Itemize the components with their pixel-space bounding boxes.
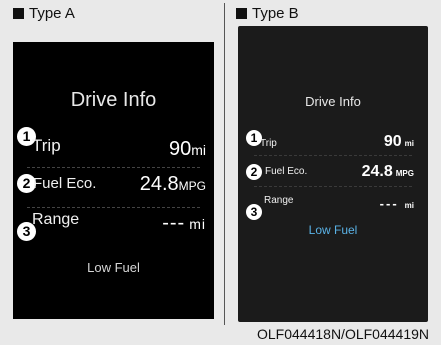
range-unit: mi [404,201,414,210]
image-code: OLF044418N/OLF044419N [257,326,429,342]
type-a-label: Type A [13,5,75,22]
type-b-label: Type B [236,5,299,22]
type-b-label-text: Type B [252,5,299,22]
range-unit: mi [189,216,206,232]
fuel-eco-value: 24.8MPG [140,173,206,196]
range-number: --- [379,196,399,211]
drive-info-title: Drive Info [305,94,361,109]
range-label: Range [264,195,294,206]
low-fuel-status: Low Fuel [308,223,358,237]
fuel-eco-number: 24.8 [361,163,393,180]
fuel-eco-unit: MPG [178,179,206,193]
range-value: --- mi [162,212,206,235]
fuel-eco-number: 24.8 [139,173,179,195]
range-label: Range [32,211,80,228]
row-divider [254,186,412,187]
panel-divider [224,3,225,325]
fuel-eco-value: 24.8MPG [362,163,414,181]
range-number: --- [162,212,186,234]
trip-unit: mi [404,139,414,148]
square-icon [236,8,247,19]
trip-label: Trip [260,138,277,149]
marker-2-icon: 2 [246,164,262,180]
row-divider [254,155,412,156]
drive-info-title: Drive Info [70,89,157,111]
trip-label: Trip [32,136,61,155]
marker-3-icon: 3 [246,204,262,220]
trip-value: 90mi [384,133,414,151]
fuel-eco-unit: MPG [395,169,414,178]
type-a-screen: Drive Info 1 Trip 90mi 2 Fuel Eco. 24.8M… [13,42,214,319]
row-divider [27,167,200,168]
trip-number: 90 [383,133,402,150]
type-b-screen: Drive Info 1 Trip 90 mi 2 Fuel Eco. 24.8 M… [238,26,428,322]
fuel-eco-label: Fuel Eco. [265,166,308,177]
trip-unit: mi [191,142,206,158]
trip-value: 90mi [169,138,206,161]
row-divider [27,207,200,208]
trip-number: 90 [168,138,192,160]
type-a-label-text: Type A [29,5,75,22]
fuel-eco-label: Fuel Eco. [33,175,97,192]
range-value: --- mi [380,196,414,211]
square-icon [13,8,24,19]
low-fuel-status: Low Fuel [87,260,140,275]
